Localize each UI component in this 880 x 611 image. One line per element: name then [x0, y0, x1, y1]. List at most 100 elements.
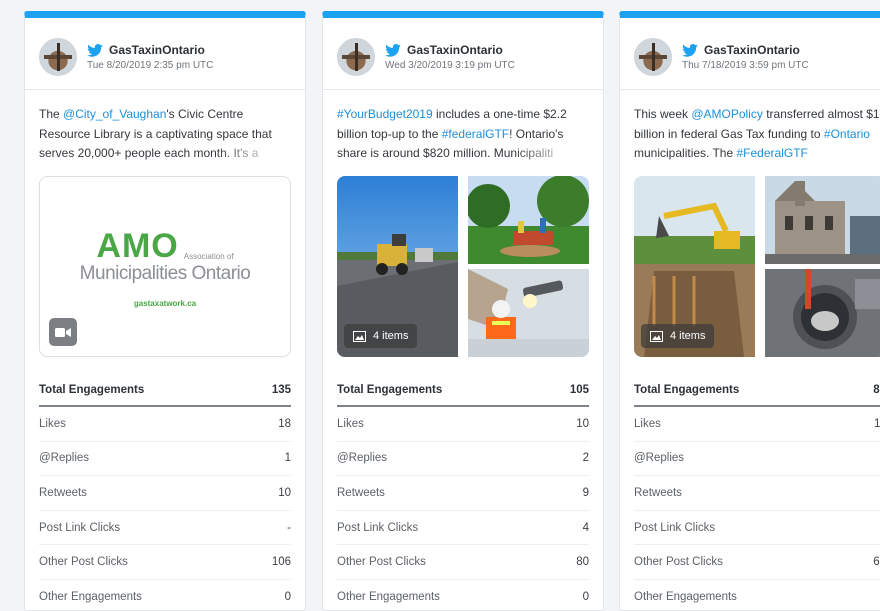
video-camera-icon — [49, 318, 77, 346]
stat-label: Other Engagements — [39, 591, 142, 603]
stat-value: 105 — [570, 384, 589, 396]
stat-value: 106 — [272, 556, 291, 568]
gallery-image[interactable] — [468, 269, 589, 357]
stat-row-total: Total Engagements86 — [634, 374, 880, 407]
stat-row: Other Post Clicks 65 — [634, 545, 880, 580]
gallery-image[interactable]: 4 items — [337, 176, 458, 357]
stat-label: Total Engagements — [39, 384, 144, 396]
post-image-gallery[interactable]: 4 items — [634, 176, 880, 357]
image-icon — [353, 331, 366, 342]
post-text: This week @AMOPolicy transferred almost … — [620, 90, 880, 170]
hashtag-link[interactable]: #YourBudget2019 — [337, 107, 433, 121]
stat-row: Retweets9 — [337, 476, 589, 511]
post-header: GasTaxinOntario Wed 3/20/2019 3:19 pm UT… — [323, 18, 603, 90]
stat-label: Likes — [337, 418, 364, 430]
text-segment: municipalities. The — [634, 146, 737, 160]
stats-table: Total Engagements 135 Likes 18 @Replies 1 R… — [39, 374, 291, 611]
stat-row: Other Post Clicks 106 — [39, 545, 291, 580]
stat-value: 65 — [873, 556, 880, 568]
stat-label: @Replies — [337, 452, 387, 464]
text-segment: The — [39, 107, 63, 121]
post-header: GasTaxinOntario Thu 7/18/2019 3:59 pm UT… — [620, 18, 880, 90]
twitter-bird-icon — [87, 44, 103, 57]
gallery-image[interactable]: 4 items — [634, 176, 755, 357]
stats-table: Total Engagements86 Likes 11 @Replies0 Re… — [634, 374, 880, 611]
account-name[interactable]: GasTaxinOntario — [109, 43, 205, 57]
gallery-image[interactable] — [468, 176, 589, 264]
stat-value: 10 — [278, 487, 291, 499]
mention-link[interactable]: @AMOPolicy — [691, 107, 763, 121]
stat-value: 11 — [874, 418, 880, 430]
mention-link[interactable]: @City_of_Vaughan — [63, 107, 166, 121]
avatar[interactable] — [634, 38, 672, 76]
stat-row: Other Post Clicks 80 — [337, 545, 589, 580]
post-timestamp: Wed 3/20/2019 3:19 pm UTC — [385, 60, 515, 71]
hashtag-link[interactable]: #federalGTF — [442, 127, 509, 141]
stat-row: Likes 10 — [337, 407, 589, 442]
stat-row: Likes 18 — [39, 407, 291, 442]
stat-label: Retweets — [39, 487, 87, 499]
stat-label: @Replies — [39, 452, 89, 464]
amo-logo-word: AMO — [96, 231, 178, 261]
stat-row: Retweets 10 — [39, 476, 291, 511]
stat-value: 80 — [576, 556, 589, 568]
stat-row: Likes 11 — [634, 407, 880, 442]
stat-row-total: Total Engagements 135 — [39, 374, 291, 407]
stat-row: Post Link Clicks - — [39, 511, 291, 546]
stat-value: 0 — [285, 591, 291, 603]
stat-value: 18 — [278, 418, 291, 430]
stat-row: Other Engagements0 — [634, 580, 880, 611]
hashtag-link[interactable]: #FederalGTF — [737, 146, 808, 160]
stat-row: Other Engagements 0 — [39, 580, 291, 611]
stat-row: @Replies0 — [634, 442, 880, 477]
stat-value: - — [287, 522, 291, 534]
items-count-label: 4 items — [670, 330, 705, 342]
stat-label: Likes — [39, 418, 66, 430]
post-timestamp: Tue 8/20/2019 2:35 pm UTC — [87, 60, 213, 71]
stat-row: Post Link Clicks1 — [634, 511, 880, 546]
stat-value: 1 — [285, 452, 291, 464]
stat-value: 10 — [576, 418, 589, 430]
stat-label: Total Engagements — [337, 384, 442, 396]
items-count-label: 4 items — [373, 330, 408, 342]
stat-row: Retweets3 — [634, 476, 880, 511]
stat-label: Post Link Clicks — [337, 522, 418, 534]
post-timestamp: Thu 7/18/2019 3:59 pm UTC — [682, 60, 809, 71]
stat-value: 135 — [272, 384, 291, 396]
stat-value: 0 — [583, 591, 589, 603]
hashtag-link[interactable]: #Ontario — [824, 127, 870, 141]
avatar[interactable] — [337, 38, 375, 76]
stat-label: @Replies — [634, 452, 684, 464]
stat-label: Post Link Clicks — [634, 522, 715, 534]
post-image-gallery[interactable]: 4 items — [337, 176, 589, 357]
stat-row: Post Link Clicks4 — [337, 511, 589, 546]
post-text: The @City_of_Vaughan's Civic Centre Reso… — [25, 90, 305, 170]
stat-value: 2 — [583, 452, 589, 464]
post-header: GasTaxinOntario Tue 8/20/2019 2:35 pm UT… — [25, 18, 305, 90]
stats-table: Total Engagements 105 Likes 10 @Replies 2 R… — [337, 374, 589, 611]
stat-label: Other Post Clicks — [39, 556, 128, 568]
stat-row-total: Total Engagements 105 — [337, 374, 589, 407]
stat-label: Retweets — [337, 487, 385, 499]
stat-label: Other Post Clicks — [634, 556, 723, 568]
image-icon — [650, 331, 663, 342]
text-segment: This week — [634, 107, 691, 121]
stat-label: Retweets — [634, 487, 682, 499]
avatar[interactable] — [39, 38, 77, 76]
twitter-bird-icon — [682, 44, 698, 57]
post-card[interactable]: GasTaxinOntario Tue 8/20/2019 2:35 pm UT… — [24, 11, 306, 611]
twitter-bird-icon — [385, 44, 401, 57]
post-video-thumbnail[interactable]: AMO Association of Municipalities Ontari… — [39, 176, 291, 357]
gallery-image[interactable] — [765, 269, 880, 357]
gallery-image[interactable] — [765, 176, 880, 264]
stat-label: Other Post Clicks — [337, 556, 426, 568]
post-card[interactable]: GasTaxinOntario Wed 3/20/2019 3:19 pm UT… — [322, 11, 604, 611]
stat-row: @Replies 2 — [337, 442, 589, 477]
post-card[interactable]: GasTaxinOntario Thu 7/18/2019 3:59 pm UT… — [619, 11, 880, 611]
account-name[interactable]: GasTaxinOntario — [704, 43, 800, 57]
amo-logo-org: Municipalities Ontario — [80, 263, 251, 285]
stat-label: Post Link Clicks — [39, 522, 120, 534]
stat-label: Other Engagements — [337, 591, 440, 603]
stat-label: Likes — [634, 418, 661, 430]
account-name[interactable]: GasTaxinOntario — [407, 43, 503, 57]
